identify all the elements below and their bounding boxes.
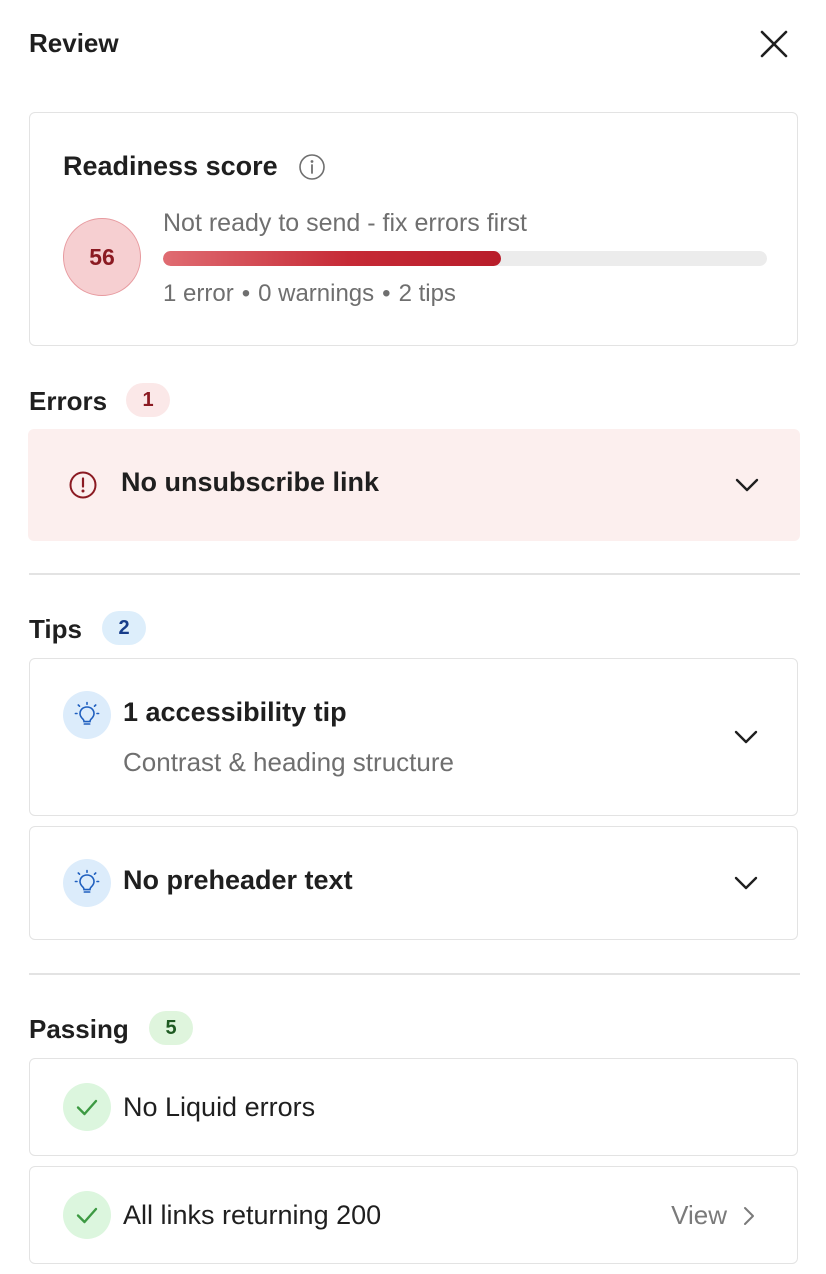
passing-item-label: No Liquid errors bbox=[123, 1092, 316, 1122]
passing-item-label: All links returning 200 bbox=[123, 1200, 382, 1230]
readiness-card: Readiness score 56 Not ready to send - f… bbox=[29, 112, 798, 346]
lightbulb-icon bbox=[63, 691, 111, 739]
tips-section-title: Tips bbox=[29, 614, 82, 644]
tip-item-preheader[interactable]: No preheader text bbox=[29, 826, 798, 940]
chevron-right-icon bbox=[744, 1206, 754, 1225]
chevron-down-icon[interactable] bbox=[732, 470, 762, 500]
passing-count-badge: 5 bbox=[149, 1011, 193, 1045]
readiness-progress-fill bbox=[163, 251, 502, 266]
tip-count-text: 2 tips bbox=[398, 280, 456, 307]
error-count-text: 1 error bbox=[163, 280, 234, 307]
info-icon[interactable] bbox=[298, 153, 326, 181]
panel-header: Review bbox=[29, 24, 799, 64]
separator-dot: • bbox=[241, 280, 251, 307]
separator-dot: • bbox=[382, 280, 391, 307]
lightbulb-icon bbox=[63, 859, 111, 907]
close-icon bbox=[760, 30, 788, 58]
panel-title: Review bbox=[29, 28, 119, 58]
check-icon bbox=[63, 1191, 111, 1239]
section-divider bbox=[29, 973, 800, 975]
alert-circle-icon bbox=[68, 470, 98, 500]
view-link[interactable]: View bbox=[671, 1200, 757, 1231]
chevron-down-icon[interactable] bbox=[731, 722, 761, 752]
error-item-unsubscribe[interactable]: No unsubscribe link bbox=[28, 429, 800, 541]
tip-item-label: No preheader text bbox=[123, 865, 353, 895]
errors-count-badge: 1 bbox=[126, 383, 170, 417]
tip-item-sublabel: Contrast & heading structure bbox=[123, 747, 454, 777]
review-panel: Review Readiness score 56 Not ready to s… bbox=[0, 0, 826, 1274]
view-link-label: View bbox=[671, 1200, 727, 1230]
passing-item-links: All links returning 200 View bbox=[29, 1166, 798, 1264]
close-button[interactable] bbox=[757, 27, 791, 61]
check-icon bbox=[63, 1083, 111, 1131]
errors-section-title: Errors bbox=[29, 386, 108, 416]
passing-item-liquid: No Liquid errors bbox=[29, 1058, 798, 1156]
chevron-down-icon[interactable] bbox=[731, 868, 761, 898]
tip-item-label: 1 accessibility tip bbox=[123, 697, 347, 727]
error-item-label: No unsubscribe link bbox=[121, 467, 380, 497]
warning-count-text: 0 warnings bbox=[258, 280, 375, 307]
tips-count-badge: 2 bbox=[102, 611, 146, 645]
readiness-title: Readiness score bbox=[63, 151, 278, 181]
readiness-progress-bar bbox=[163, 251, 767, 266]
section-divider bbox=[29, 573, 800, 575]
tip-item-accessibility[interactable]: 1 accessibility tip Contrast & heading s… bbox=[29, 658, 798, 816]
readiness-score-value: 56 bbox=[63, 218, 141, 296]
readiness-status: Not ready to send - fix errors first bbox=[163, 209, 528, 237]
passing-section-title: Passing bbox=[29, 1014, 129, 1044]
readiness-counts: 1 error • 0 warnings • 2 tips bbox=[163, 280, 456, 308]
